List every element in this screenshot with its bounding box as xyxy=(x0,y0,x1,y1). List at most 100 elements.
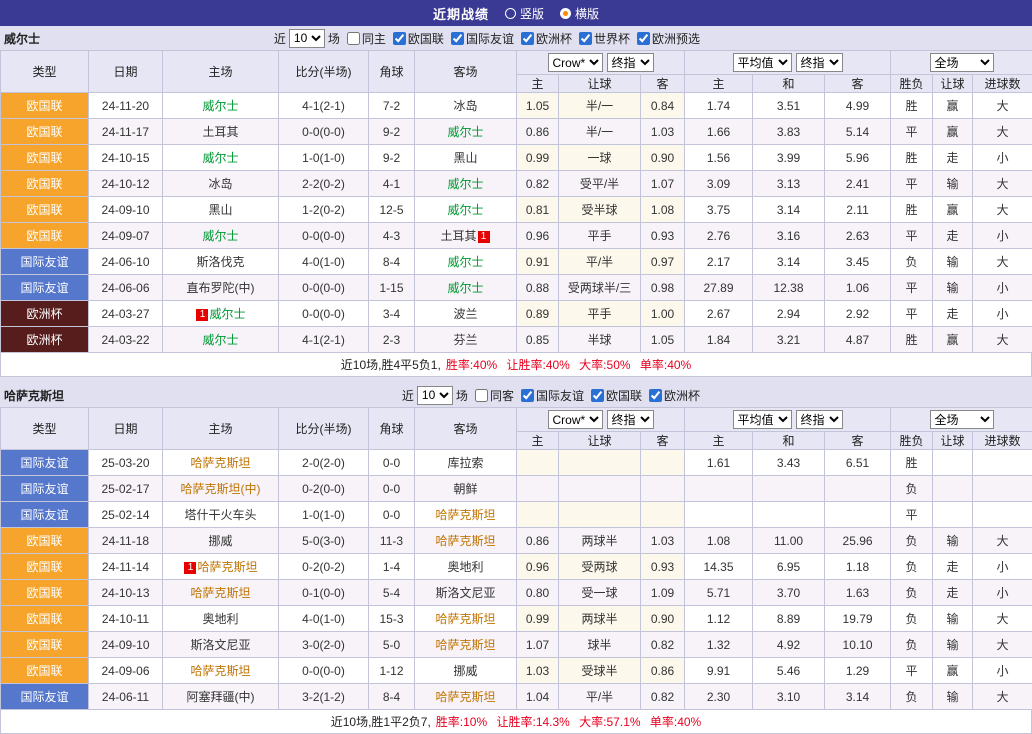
competition-checkbox-2-input[interactable] xyxy=(591,389,604,402)
matches-label: 场 xyxy=(456,387,468,404)
match-date: 24-10-15 xyxy=(89,145,163,171)
recent-count-select[interactable]: 10 xyxy=(289,29,325,48)
home-team[interactable]: 威尔士 xyxy=(163,145,279,171)
home-team[interactable]: 1威尔士 xyxy=(163,301,279,327)
home-team[interactable]: 冰岛 xyxy=(163,171,279,197)
competition-checkbox-2[interactable]: 国际友谊 xyxy=(447,30,514,47)
same-venue-checkbox[interactable]: 同客 xyxy=(471,387,514,404)
away-team[interactable]: 哈萨克斯坦 xyxy=(415,606,517,632)
handicap-away-odds: 1.03 xyxy=(641,119,685,145)
away-team[interactable]: 土耳其1 xyxy=(415,223,517,249)
avg-time-select[interactable]: 终指 xyxy=(796,410,843,429)
away-team[interactable]: 斯洛文尼亚 xyxy=(415,580,517,606)
competition-checkbox-1-input[interactable] xyxy=(393,32,406,45)
col-handicap: 让球 xyxy=(559,75,641,93)
team-name-text: 哈萨克斯坦 xyxy=(435,612,495,626)
match-row: 欧国联24-11-17土耳其0-0(0-0)9-2威尔士0.86半/一1.031… xyxy=(1,119,1032,145)
competition-checkbox-1-input[interactable] xyxy=(521,389,534,402)
match-score: 0-0(0-0) xyxy=(279,275,369,301)
competition-type: 欧国联 xyxy=(1,171,89,197)
competition-checkbox-2-input[interactable] xyxy=(451,32,464,45)
competition-checkbox-1[interactable]: 欧国联 xyxy=(389,30,444,47)
competition-checkbox-1[interactable]: 国际友谊 xyxy=(517,387,584,404)
col-avg-draw: 和 xyxy=(753,75,825,93)
rank-badge: 1 xyxy=(196,309,208,321)
away-team[interactable]: 黑山 xyxy=(415,145,517,171)
avg-time-select[interactable]: 终指 xyxy=(796,53,843,72)
away-team[interactable]: 哈萨克斯坦 xyxy=(415,684,517,710)
avg-source-select[interactable]: 平均值 xyxy=(733,53,792,72)
same-venue-checkbox[interactable]: 同主 xyxy=(343,30,386,47)
away-team[interactable]: 芬兰 xyxy=(415,327,517,353)
odds-company-select[interactable]: Crow* xyxy=(548,410,603,429)
home-team[interactable]: 直布罗陀(中) xyxy=(163,275,279,301)
away-team[interactable]: 库拉索 xyxy=(415,450,517,476)
home-team[interactable]: 奥地利 xyxy=(163,606,279,632)
odds-time-select[interactable]: 终指 xyxy=(607,53,654,72)
away-team[interactable]: 冰岛 xyxy=(415,93,517,119)
avg-draw-odds: 3.10 xyxy=(753,684,825,710)
away-team[interactable]: 波兰 xyxy=(415,301,517,327)
scope-select[interactable]: 全场 xyxy=(930,410,994,429)
home-team[interactable]: 斯洛伐克 xyxy=(163,249,279,275)
recent-count-select[interactable]: 10 xyxy=(417,386,453,405)
result-wdl: 负 xyxy=(891,476,933,502)
competition-checkbox-3-input[interactable] xyxy=(521,32,534,45)
team-name-text: 威尔士 xyxy=(447,255,483,269)
competition-checkbox-3[interactable]: 欧洲杯 xyxy=(517,30,572,47)
home-team[interactable]: 威尔士 xyxy=(163,327,279,353)
avg-away-odds: 1.29 xyxy=(825,658,891,684)
home-team[interactable]: 土耳其 xyxy=(163,119,279,145)
away-team[interactable]: 哈萨克斯坦 xyxy=(415,632,517,658)
competition-checkbox-3-input[interactable] xyxy=(649,389,662,402)
home-team[interactable]: 斯洛文尼亚 xyxy=(163,632,279,658)
competition-checkbox-5[interactable]: 欧洲预选 xyxy=(633,30,700,47)
competition-checkbox-4-input[interactable] xyxy=(579,32,592,45)
away-team[interactable]: 朝鲜 xyxy=(415,476,517,502)
layout-radio-vertical[interactable]: 竖版 xyxy=(505,5,544,22)
home-team[interactable]: 阿塞拜疆(中) xyxy=(163,684,279,710)
handicap-away-odds: 1.08 xyxy=(641,197,685,223)
avg-home-odds: 2.17 xyxy=(685,249,753,275)
away-team[interactable]: 威尔士 xyxy=(415,119,517,145)
away-team[interactable]: 挪威 xyxy=(415,658,517,684)
home-team[interactable]: 哈萨克斯坦(中) xyxy=(163,476,279,502)
avg-source-select[interactable]: 平均值 xyxy=(733,410,792,429)
same-venue-checkbox-input[interactable] xyxy=(475,389,488,402)
home-team[interactable]: 挪威 xyxy=(163,528,279,554)
away-team[interactable]: 奥地利 xyxy=(415,554,517,580)
home-team[interactable]: 威尔士 xyxy=(163,93,279,119)
team-name-text: 阿塞拜疆(中) xyxy=(187,690,255,704)
home-team[interactable]: 塔什干火车头 xyxy=(163,502,279,528)
away-team[interactable]: 威尔士 xyxy=(415,249,517,275)
result-goals: 小 xyxy=(973,301,1032,327)
competition-checkbox-4[interactable]: 世界杯 xyxy=(575,30,630,47)
home-team[interactable]: 1哈萨克斯坦 xyxy=(163,554,279,580)
competition-checkbox-2[interactable]: 欧国联 xyxy=(587,387,642,404)
layout-radio-horizontal[interactable]: 横版 xyxy=(560,5,599,22)
competition-type: 欧国联 xyxy=(1,606,89,632)
same-venue-checkbox-input[interactable] xyxy=(347,32,360,45)
avg-away-odds: 3.14 xyxy=(825,684,891,710)
avg-home-odds: 27.89 xyxy=(685,275,753,301)
away-team[interactable]: 哈萨克斯坦 xyxy=(415,502,517,528)
handicap-home-odds: 0.91 xyxy=(517,249,559,275)
away-team[interactable]: 威尔士 xyxy=(415,275,517,301)
competition-checkbox-3[interactable]: 欧洲杯 xyxy=(645,387,700,404)
home-team[interactable]: 哈萨克斯坦 xyxy=(163,580,279,606)
odds-time-select[interactable]: 终指 xyxy=(607,410,654,429)
away-team[interactable]: 威尔士 xyxy=(415,171,517,197)
col-result: 胜负 xyxy=(891,75,933,93)
scope-select[interactable]: 全场 xyxy=(930,53,994,72)
result-handicap: 赢 xyxy=(933,93,973,119)
competition-checkbox-5-input[interactable] xyxy=(637,32,650,45)
home-team[interactable]: 威尔士 xyxy=(163,223,279,249)
result-wdl: 平 xyxy=(891,301,933,327)
home-team[interactable]: 黑山 xyxy=(163,197,279,223)
col-handicap-result: 让球 xyxy=(933,75,973,93)
home-team[interactable]: 哈萨克斯坦 xyxy=(163,658,279,684)
away-team[interactable]: 哈萨克斯坦 xyxy=(415,528,517,554)
home-team[interactable]: 哈萨克斯坦 xyxy=(163,450,279,476)
away-team[interactable]: 威尔士 xyxy=(415,197,517,223)
odds-company-select[interactable]: Crow* xyxy=(548,53,603,72)
